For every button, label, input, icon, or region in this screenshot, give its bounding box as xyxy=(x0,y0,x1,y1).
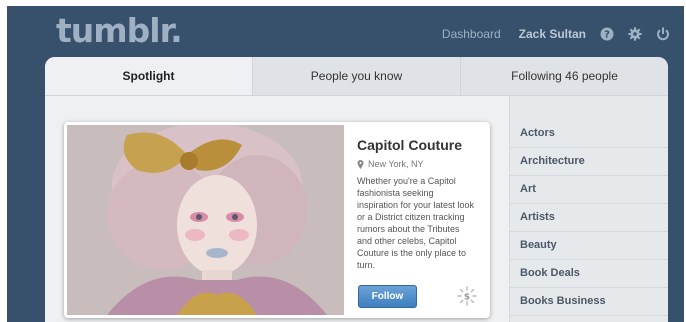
tumblr-logo[interactable]: tumblr. xyxy=(56,11,183,50)
category-list: Actors Architecture Art Artists Beauty B… xyxy=(509,96,668,322)
category-item-artists[interactable]: Artists xyxy=(510,204,668,232)
explore-panel: Spotlight People you know Following 46 p… xyxy=(45,57,668,322)
tab-people-you-know[interactable]: People you know xyxy=(253,57,461,95)
blog-card: Capitol Couture New York, NY Whether you… xyxy=(64,122,490,318)
gear-icon[interactable] xyxy=(628,27,642,41)
app-background: tumblr. Dashboard Zack Sultan ? Spotligh… xyxy=(7,6,684,322)
power-icon[interactable] xyxy=(656,27,670,41)
location-pin-icon xyxy=(357,159,364,169)
dashboard-link[interactable]: Dashboard xyxy=(442,27,501,41)
category-item-book-deals[interactable]: Book Deals xyxy=(510,260,668,288)
top-navigation: Dashboard Zack Sultan ? xyxy=(442,24,684,44)
blog-description: Whether you're a Capitol fashionista see… xyxy=(357,176,475,270)
blog-location: New York, NY xyxy=(357,159,424,169)
dollar-badge-icon: $ xyxy=(457,286,477,306)
badge-symbol: $ xyxy=(464,293,470,303)
svg-text:?: ? xyxy=(604,30,610,41)
tab-spotlight[interactable]: Spotlight xyxy=(45,57,253,95)
blog-photo[interactable] xyxy=(67,125,344,315)
tab-bar: Spotlight People you know Following 46 p… xyxy=(45,57,668,96)
category-item-art[interactable]: Art xyxy=(510,176,668,204)
follow-button[interactable]: Follow xyxy=(358,285,417,308)
category-item-books-business[interactable]: Books Business xyxy=(510,288,668,316)
blog-location-text: New York, NY xyxy=(368,159,424,169)
spotlight-content: Capitol Couture New York, NY Whether you… xyxy=(45,96,668,322)
tab-following[interactable]: Following 46 people xyxy=(461,57,668,95)
help-icon[interactable]: ? xyxy=(600,27,614,41)
category-item-actors[interactable]: Actors xyxy=(510,119,668,148)
blog-title[interactable]: Capitol Couture xyxy=(357,137,462,153)
category-item-beauty[interactable]: Beauty xyxy=(510,232,668,260)
category-item-architecture[interactable]: Architecture xyxy=(510,148,668,176)
user-name-link[interactable]: Zack Sultan xyxy=(519,27,586,41)
